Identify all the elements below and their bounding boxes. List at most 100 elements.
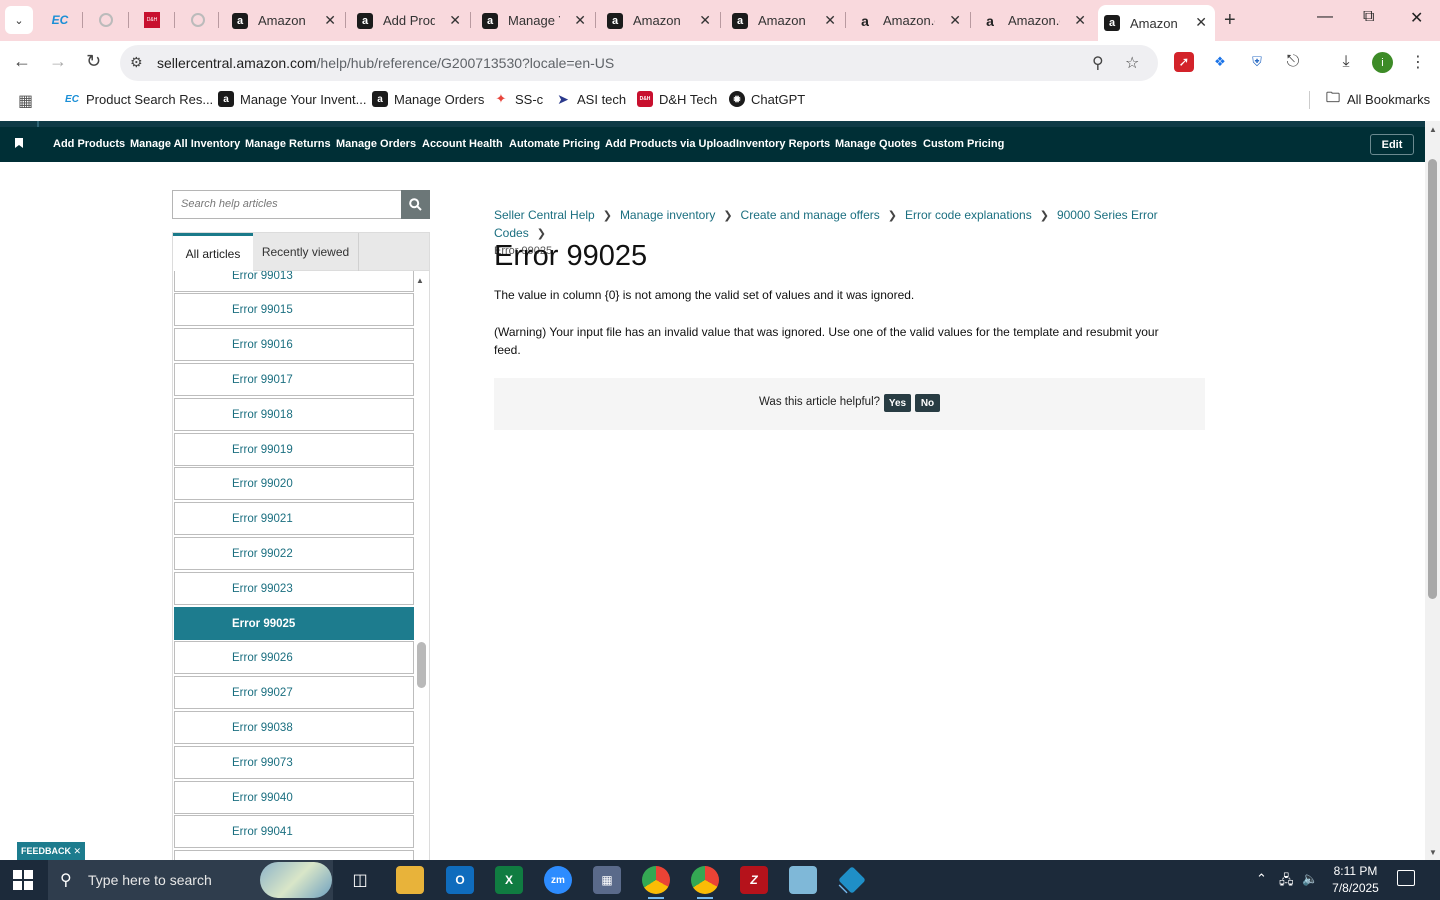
close-window-icon[interactable]: ✕ [1410,8,1423,28]
chrome-icon[interactable] [642,866,670,899]
filezilla-icon[interactable]: Z [740,866,768,894]
list-item[interactable]: Error 99016 [174,328,414,361]
bookmark-icon[interactable] [15,138,23,148]
browser-tab[interactable]: a Manage Y ✕ [476,6,594,35]
url-text[interactable]: sellercentral.amazon.com/help/hub/refere… [157,55,614,71]
breadcrumb-link[interactable]: Create and manage offers [741,208,880,222]
all-bookmarks[interactable]: 🗀 All Bookmarks [1325,89,1430,107]
extension-round-icon[interactable]: ❖ [1210,52,1230,72]
browser-tab[interactable]: a Amazon ✕ [226,6,344,35]
bookmark-product-search[interactable]: EC Product Search Res... [64,91,213,107]
list-item[interactable]: Error 99041 [174,815,414,848]
diamond-app-icon[interactable] [838,866,866,894]
list-scrollbar-thumb[interactable] [417,642,426,688]
taskbar-search[interactable]: ⚲ Type here to search [48,860,333,900]
close-tab-icon[interactable]: ✕ [1195,14,1207,31]
close-tab-icon[interactable]: ✕ [699,12,711,29]
extensions-puzzle-icon[interactable]: ⎋ [1283,52,1303,72]
yes-button[interactable]: Yes [884,394,911,412]
bookmark-manage-inventory[interactable]: a Manage Your Invent... [218,91,366,107]
no-button[interactable]: No [915,394,940,412]
volume-icon[interactable]: 🔈 [1302,871,1318,887]
close-tab-icon[interactable]: ✕ [1074,12,1086,29]
browser-tab[interactable]: a Amazon ✕ [601,6,719,35]
nav-account-health[interactable]: Account Health [422,138,503,150]
list-scroll-up-icon[interactable]: ▲ [416,276,424,285]
tray-chevron-up-icon[interactable]: ⌃ [1256,871,1267,887]
list-item[interactable]: Error 99015 [174,293,414,326]
outlook-icon[interactable]: O [446,866,474,894]
taskbar-clock[interactable]: 8:11 PM 7/8/2025 [1328,863,1383,897]
close-tab-icon[interactable]: ✕ [824,12,836,29]
acrobat-extension-icon[interactable]: ➚ [1174,52,1194,72]
pinned-tab-dh[interactable]: D&H [141,9,163,31]
list-item[interactable]: Error 99026 [174,641,414,674]
apps-grid-icon[interactable]: ▦ [18,91,33,111]
pinned-tab-blank-1[interactable] [95,9,117,31]
scroll-down-icon[interactable]: ▼ [1429,848,1437,857]
list-item-active[interactable]: Error 99025 [174,607,414,640]
tab-recently-viewed[interactable]: Recently viewed [253,233,359,271]
list-item[interactable]: Error 99013 [174,271,414,292]
calculator-icon[interactable]: ▦ [593,866,621,894]
forward-icon[interactable]: → [49,51,67,72]
new-tab-icon[interactable]: + [1224,9,1236,32]
network-icon[interactable]: 🖧 [1279,871,1294,893]
nav-manage-orders[interactable]: Manage Orders [336,138,416,150]
profile-avatar[interactable]: i [1372,52,1393,73]
browser-tab-active[interactable]: a Amazon ✕ [1098,5,1215,41]
bookmark-dh-tech[interactable]: D&H D&H Tech [637,91,717,107]
nav-manage-returns[interactable]: Manage Returns [245,138,331,150]
browser-tab[interactable]: a Add Prod ✕ [351,6,469,35]
chrome-profile-icon[interactable] [691,866,719,899]
list-item[interactable]: Error 99020 [174,467,414,500]
reload-icon[interactable]: ↻ [86,51,101,72]
star-bookmark-icon[interactable]: ☆ [1125,53,1139,73]
notes-app-icon[interactable] [789,866,817,894]
nav-inventory-reports[interactable]: Inventory Reports [736,138,830,150]
windows-start-icon[interactable] [13,870,33,890]
feedback-button[interactable]: FEEDBACK ✕ [17,842,85,860]
restore-icon[interactable]: ⧉ [1363,8,1374,26]
zoom-icon[interactable]: ⚲ [1092,53,1104,73]
shield-extension-icon[interactable]: ⛨ [1247,52,1267,72]
kebab-menu-icon[interactable]: ⋮ [1408,52,1428,72]
browser-tab[interactable]: a Amazon.c ✕ [851,6,969,35]
bookmark-asi-tech[interactable]: ➤ ASI tech [555,91,626,107]
back-icon[interactable]: ← [13,51,31,72]
task-view-icon[interactable]: ◫ [346,866,374,894]
help-search-button[interactable] [401,190,430,219]
site-info-icon[interactable]: ⚙ [130,54,143,71]
nav-manage-all-inventory[interactable]: Manage All Inventory [130,138,240,150]
list-item[interactable]: Error 99038 [174,711,414,744]
nav-automate-pricing[interactable]: Automate Pricing [509,138,600,150]
edit-nav-button[interactable]: Edit [1370,134,1414,155]
list-item[interactable]: Error 99022 [174,537,414,570]
minimize-icon[interactable]: — [1317,8,1333,26]
bookmark-chatgpt[interactable]: ✹ ChatGPT [729,91,805,107]
bookmark-ss-c[interactable]: ✦ SS-c [493,91,544,107]
browser-tab[interactable]: a Amazon ✕ [726,6,844,35]
list-item[interactable]: Error 99073 [174,746,414,779]
pinned-tab-blank-2[interactable] [187,9,209,31]
address-bar[interactable]: ⚙ sellercentral.amazon.com/help/hub/refe… [120,45,1158,81]
close-tab-icon[interactable]: ✕ [449,12,461,29]
close-tab-icon[interactable]: ✕ [324,12,336,29]
zoom-app-icon[interactable]: zm [544,866,572,894]
list-item[interactable]: Error 99023 [174,572,414,605]
breadcrumb-link[interactable]: Error code explanations [905,208,1032,222]
pinned-tab-ec[interactable]: EC [49,9,71,31]
list-item[interactable]: Error 99019 [174,433,414,466]
nav-manage-quotes[interactable]: Manage Quotes [835,138,917,150]
list-item[interactable]: Error 99018 [174,398,414,431]
breadcrumb-link[interactable]: Seller Central Help [494,208,595,222]
list-item[interactable]: Error 99040 [174,781,414,814]
list-item[interactable]: Error 99021 [174,502,414,535]
tab-all-articles[interactable]: All articles [173,233,253,271]
close-tab-icon[interactable]: ✕ [949,12,961,29]
page-scrollbar[interactable]: ▲ ▼ [1425,121,1440,860]
nav-add-products-upload[interactable]: Add Products via Upload [605,138,736,150]
list-item[interactable]: Error 99017 [174,363,414,396]
help-search-input[interactable]: Search help articles [172,190,402,219]
nav-custom-pricing[interactable]: Custom Pricing [923,138,1004,150]
